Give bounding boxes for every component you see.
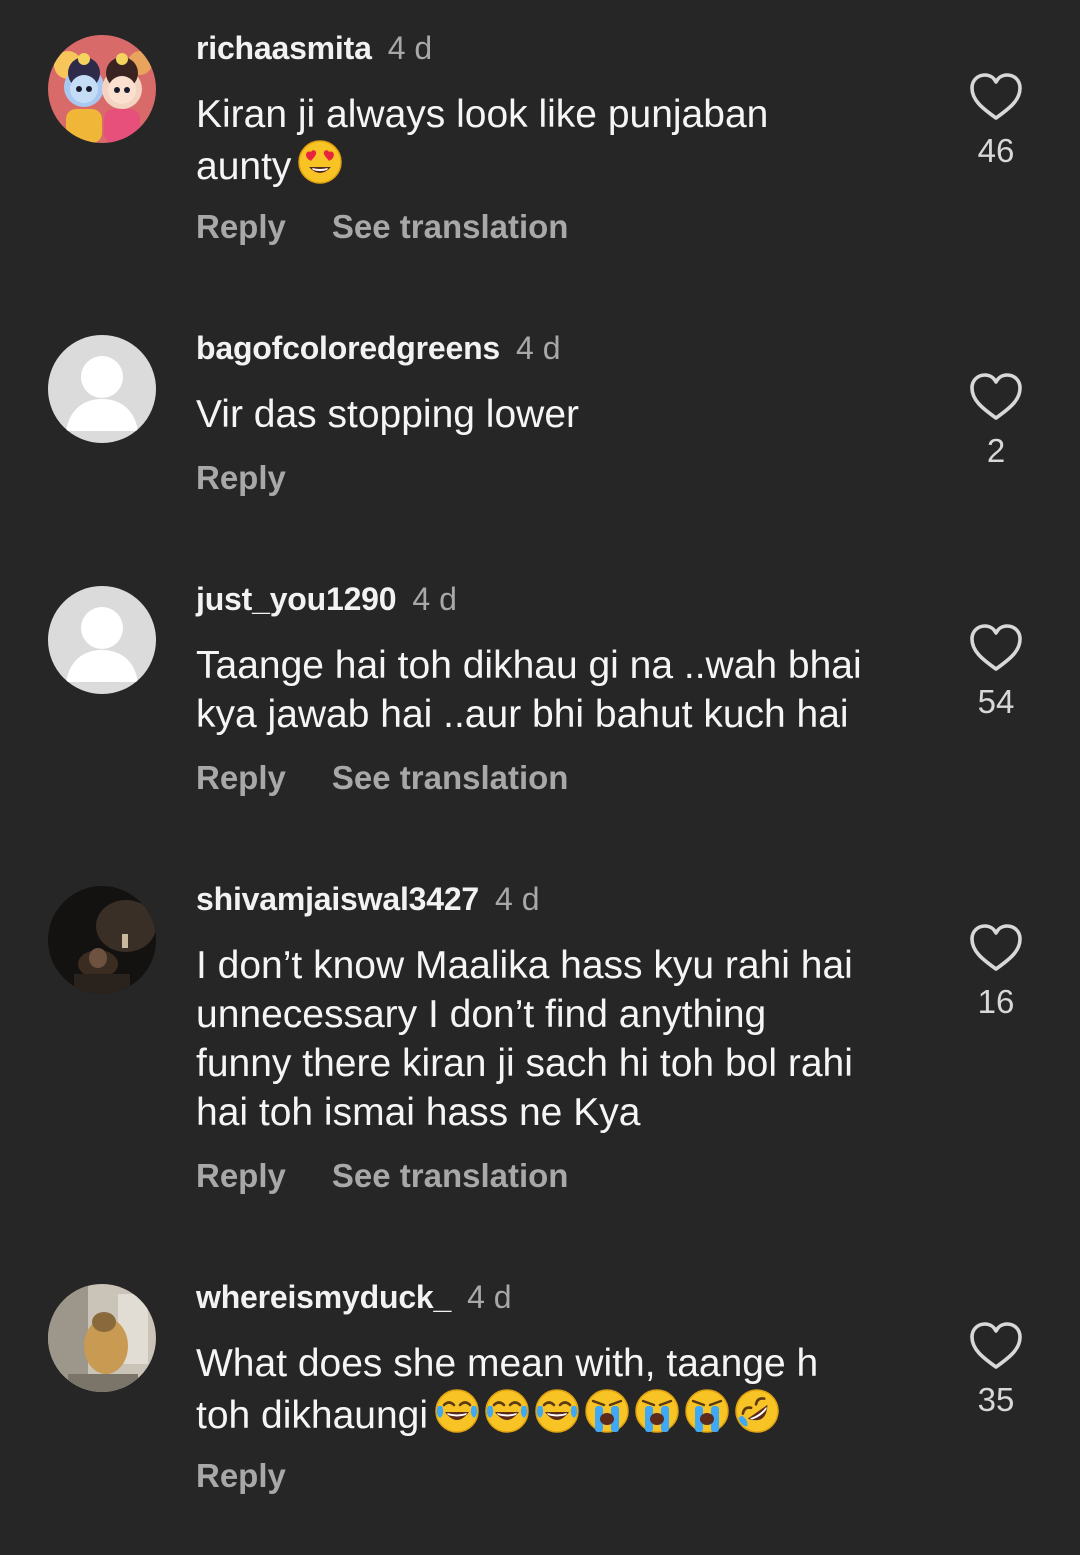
timestamp: 4 d bbox=[495, 881, 540, 917]
reply-button[interactable]: Reply bbox=[196, 208, 286, 245]
comment-actions: Reply bbox=[196, 459, 286, 499]
reply-button[interactable]: Reply bbox=[196, 759, 286, 796]
like-count: 54 bbox=[977, 683, 1015, 720]
heart-icon[interactable] bbox=[968, 1321, 1024, 1371]
comment-header: richaasmita 4 d bbox=[196, 30, 432, 70]
crying-emoji bbox=[634, 1388, 680, 1434]
crying-emoji bbox=[684, 1388, 730, 1434]
comment-line: toh dikhaungi bbox=[196, 1388, 936, 1440]
username[interactable]: shivamjaiswal3427 bbox=[196, 881, 479, 917]
heart-eyes-emoji bbox=[297, 139, 343, 185]
see-translation-button[interactable]: See translation bbox=[332, 759, 569, 796]
tears-of-joy-emoji bbox=[484, 1388, 530, 1434]
avatar[interactable] bbox=[48, 335, 156, 443]
timestamp: 4 d bbox=[516, 330, 561, 366]
comment-text: Vir das stopping lower bbox=[196, 390, 936, 439]
like-control: 46 bbox=[966, 72, 1026, 170]
comment-line: What does she mean with, taange h bbox=[196, 1342, 819, 1385]
tears-of-joy-emoji bbox=[534, 1388, 580, 1434]
like-count: 16 bbox=[977, 983, 1015, 1020]
timestamp: 4 d bbox=[412, 581, 457, 617]
comment-header: whereismyduck_ 4 d bbox=[196, 1279, 512, 1319]
comment-actions: Reply See translation bbox=[196, 759, 568, 799]
comment-line: hai toh ismai hass ne Kya bbox=[196, 1091, 641, 1134]
tears-of-joy-emoji bbox=[434, 1388, 480, 1434]
comment-text: Kiran ji always look like punjaban aunty bbox=[196, 90, 936, 191]
comment-line: I don’t know Maalika hass kyu rahi hai bbox=[196, 944, 853, 987]
like-control: 2 bbox=[966, 372, 1026, 470]
see-translation-button[interactable]: See translation bbox=[332, 1157, 569, 1194]
comment-line-text: toh dikhaungi bbox=[196, 1394, 429, 1437]
like-control: 54 bbox=[966, 623, 1026, 721]
comment-line: unnecessary I don’t find anything bbox=[196, 993, 767, 1036]
comment-line: aunty bbox=[196, 139, 936, 191]
reply-button[interactable]: Reply bbox=[196, 1457, 286, 1494]
username[interactable]: richaasmita bbox=[196, 30, 372, 66]
heart-icon[interactable] bbox=[968, 372, 1024, 422]
username[interactable]: just_you1290 bbox=[196, 581, 397, 617]
avatar[interactable] bbox=[48, 886, 156, 994]
like-control: 35 bbox=[966, 1321, 1026, 1419]
avatar[interactable] bbox=[48, 1284, 156, 1392]
rolling-laughing-emoji bbox=[734, 1388, 780, 1434]
comment-line: funny there kiran ji sach hi toh bol rah… bbox=[196, 1042, 853, 1085]
comment-actions: Reply See translation bbox=[196, 1157, 568, 1197]
avatar[interactable] bbox=[48, 35, 156, 143]
like-count: 35 bbox=[977, 1381, 1015, 1418]
comment-line: Taange hai toh dikhau gi na ..wah bhai bbox=[196, 644, 862, 687]
comment-actions: Reply bbox=[196, 1457, 286, 1497]
comment-line: kya jawab hai ..aur bhi bahut kuch hai bbox=[196, 693, 849, 736]
reply-button[interactable]: Reply bbox=[196, 459, 286, 496]
like-count: 46 bbox=[977, 132, 1015, 169]
heart-icon[interactable] bbox=[968, 72, 1024, 122]
like-control: 16 bbox=[966, 923, 1026, 1021]
comment-text: What does she mean with, taange h toh di… bbox=[196, 1339, 936, 1440]
username[interactable]: whereismyduck_ bbox=[196, 1279, 451, 1315]
reply-button[interactable]: Reply bbox=[196, 1157, 286, 1194]
heart-icon[interactable] bbox=[968, 623, 1024, 673]
heart-icon[interactable] bbox=[968, 923, 1024, 973]
avatar[interactable] bbox=[48, 586, 156, 694]
comment-actions: Reply See translation bbox=[196, 208, 568, 248]
comment-header: shivamjaiswal3427 4 d bbox=[196, 881, 540, 921]
comment-header: just_you1290 4 d bbox=[196, 581, 457, 621]
comment-line: Vir das stopping lower bbox=[196, 393, 579, 436]
comment-header: bagofcoloredgreens 4 d bbox=[196, 330, 561, 370]
comment-text: I don’t know Maalika hass kyu rahi hai u… bbox=[196, 941, 936, 1137]
like-count: 2 bbox=[986, 432, 1006, 469]
comment-text: Taange hai toh dikhau gi na ..wah bhai k… bbox=[196, 641, 936, 739]
timestamp: 4 d bbox=[387, 30, 433, 66]
username[interactable]: bagofcoloredgreens bbox=[196, 330, 500, 366]
comment-line-text: aunty bbox=[196, 145, 292, 188]
see-translation-button[interactable]: See translation bbox=[332, 208, 569, 245]
timestamp: 4 d bbox=[467, 1279, 512, 1315]
comment-line: Kiran ji always look like punjaban bbox=[196, 93, 769, 136]
crying-emoji bbox=[584, 1388, 630, 1434]
